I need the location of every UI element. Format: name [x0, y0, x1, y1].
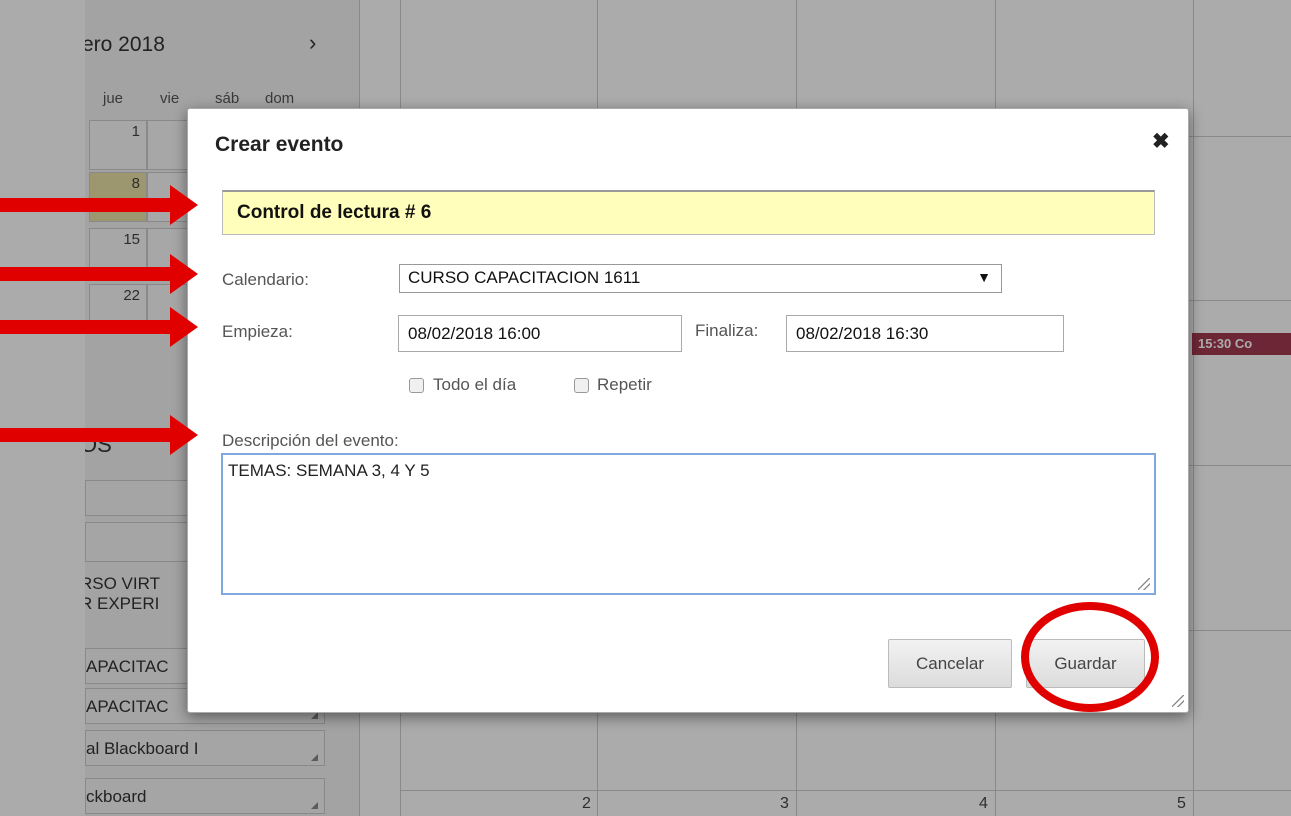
dialog-title: Crear evento	[215, 133, 344, 156]
start-datetime-input[interactable]	[398, 315, 682, 352]
repeat-label: Repetir	[597, 375, 652, 394]
annotation-arrow-shaft	[0, 198, 172, 212]
cancel-button[interactable]: Cancelar	[888, 639, 1012, 688]
annotation-arrow-head-icon	[170, 254, 198, 294]
description-textarea[interactable]: TEMAS: SEMANA 3, 4 Y 5	[221, 453, 1156, 595]
description-label: Descripción del evento:	[222, 431, 399, 450]
annotation-arrow-head-icon	[170, 185, 198, 225]
end-datetime-input[interactable]	[786, 315, 1064, 352]
annotation-highlight-circle	[1021, 602, 1159, 712]
calendar-label: Calendario:	[222, 270, 309, 289]
annotation-arrow-shaft	[0, 267, 172, 281]
repeat-checkbox[interactable]	[574, 378, 589, 393]
dialog-resize-handle[interactable]	[1172, 695, 1184, 707]
textarea-resize-handle[interactable]	[1138, 578, 1150, 590]
calendar-select-value: CURSO CAPACITACION 1611	[408, 268, 641, 287]
annotation-arrow-head-icon	[170, 307, 198, 347]
annotation-arrow-shaft	[0, 428, 172, 442]
all-day-checkbox[interactable]	[409, 378, 424, 393]
start-label: Empieza:	[222, 322, 293, 341]
all-day-label: Todo el día	[433, 375, 517, 394]
close-icon[interactable]: ✖	[1152, 129, 1170, 154]
annotation-arrow-head-icon	[170, 415, 198, 455]
calendar-select[interactable]: CURSO CAPACITACION 1611 ▼	[399, 264, 1002, 293]
annotation-arrow-shaft	[0, 320, 172, 334]
event-title-input[interactable]	[222, 190, 1155, 235]
end-label: Finaliza:	[695, 321, 759, 340]
dropdown-arrow-icon: ▼	[977, 269, 991, 285]
